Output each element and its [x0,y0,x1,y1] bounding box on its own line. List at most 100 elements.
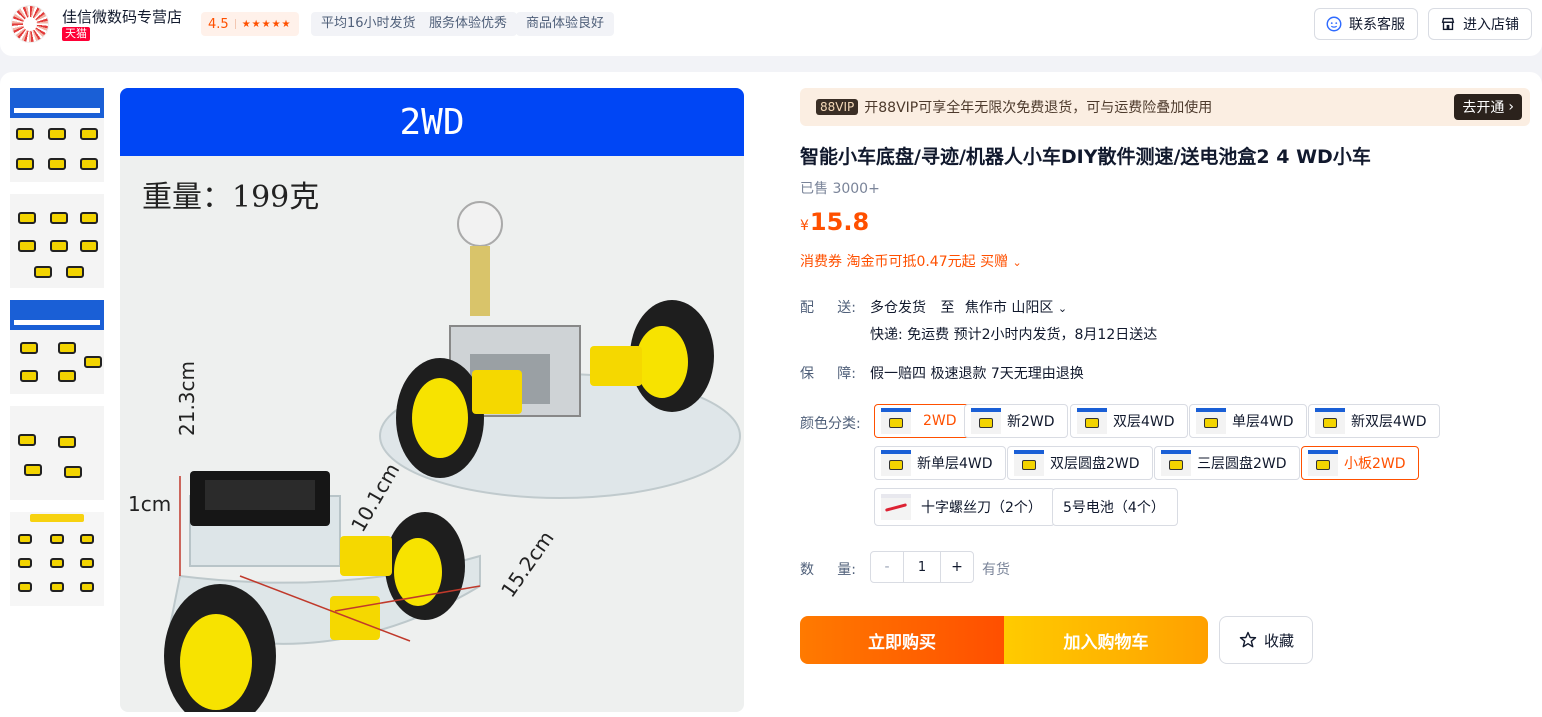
main-product-image[interactable]: 2WD 重量：199克 21.3cm 1cm 10.1cm 15.2cm [120,88,744,712]
shop-header: 佳信微数码专营店 天猫 4.5 ★★★★★ 平均16小时发货 服务体验优秀 商品… [0,0,1542,56]
sku-option-screwdriver[interactable]: 十字螺丝刀（2个） [874,488,1055,526]
delivery-route: 多仓发货 至 焦作市 山阳区 ⌄ [870,297,1067,317]
sku-thumbnail [881,450,911,476]
enter-store-label: 进入店铺 [1463,17,1519,33]
sku-thumbnail [1315,408,1345,434]
sku-option-label: 2WD [923,413,957,429]
screwdriver-thumbnail [881,494,911,520]
sku-thumbnail [971,408,1001,434]
coupon-text: 消费券 淘金币可抵0.47元起 买赠 [800,254,1009,270]
product-main: 2WD 重量：199克 21.3cm 1cm 10.1cm 15.2cm 88V… [0,72,1542,717]
sku-thumbnail [1308,450,1338,476]
sku-option-new-single-4wd[interactable]: 新单层4WD [874,446,1006,480]
sku-option-2wd[interactable]: 2WD [874,404,970,438]
sku-thumbnail [1014,450,1044,476]
sku-option-label: 单层4WD [1232,414,1294,430]
thumbnail-2[interactable] [10,194,104,288]
quantity-decrease-button[interactable]: - [871,552,903,582]
rating-divider [234,19,236,29]
quantity-stepper: - 1 + [870,551,974,583]
stock-status: 有货 [982,562,1010,578]
sku-thumbnail [1077,408,1107,434]
coupon-info[interactable]: 消费券 淘金币可抵0.47元起 买赠 ⌄ [800,251,1022,271]
thumbnail-list [10,88,104,618]
shop-chip-product: 商品体验良好 [516,12,615,36]
sku-option-triple-round-2wd[interactable]: 三层圆盘2WD [1154,446,1300,480]
tmall-badge: 天猫 [62,27,90,41]
sku-option-label: 三层圆盘2WD [1197,456,1287,472]
sku-option-new-double-4wd[interactable]: 新双层4WD [1308,404,1440,438]
vip-banner: 88VIP 开88VIP可享全年无限次免费退货，可与运费险叠加使用 去开通 › [800,88,1530,126]
hero-weight-text: 重量：199克 [142,180,320,215]
delivery-destination[interactable]: 焦作市 山阳区 [965,300,1053,316]
sku-option-label: 十字螺丝刀（2个） [921,500,1042,516]
delivery-to: 至 [940,300,955,316]
thumbnail-4[interactable] [10,406,104,500]
shop-name[interactable]: 佳信微数码专营店 [62,6,182,27]
rating-score: 4.5 [208,16,229,32]
dimension-height: 21.3cm [175,360,199,436]
star-rating-icon: ★★★★★ [241,18,292,30]
buy-now-button[interactable]: 立即购买 [800,616,1004,664]
sku-option-double-4wd[interactable]: 双层4WD [1070,404,1188,438]
thumbnail-1[interactable] [10,88,104,182]
enter-store-button[interactable]: 进入店铺 [1428,8,1532,40]
vip-activate-button[interactable]: 去开通 › [1454,94,1522,120]
robot-car-illustration [164,201,741,712]
quantity-label: 数 量: [800,559,856,579]
quantity-label-a: 数 [800,562,814,578]
quantity-label-b: 量: [837,562,856,578]
delivery-label-a: 配 [800,300,814,316]
sku-option-new-2wd[interactable]: 新2WD [964,404,1068,438]
delivery-label-b: 送: [837,300,856,316]
vip-activate-label: 去开通 [1462,100,1505,116]
sku-option-single-4wd[interactable]: 单层4WD [1189,404,1307,438]
favorite-button[interactable]: 收藏 [1219,616,1313,664]
price-value: 15.8 [809,208,870,236]
thumbnail-5[interactable] [10,512,104,606]
sku-thumbnail [1161,450,1191,476]
guarantee-label-b: 障: [837,366,856,382]
sku-option-label: 双层圆盘2WD [1050,456,1140,472]
favorite-label: 收藏 [1263,631,1294,650]
chevron-down-icon: ⌄ [1012,256,1022,269]
shop-chip-shipping: 平均16小时发货 [311,12,426,36]
thumbnail-3[interactable] [10,300,104,394]
sold-count: 已售 3000+ [800,181,880,197]
vip-tag: 88VIP [816,99,859,115]
customer-service-icon [1326,16,1342,32]
vip-text: 开88VIP可享全年无限次免费退货，可与运费险叠加使用 [864,100,1213,116]
product-price: ¥ 15.8 [800,208,869,236]
chevron-right-icon: › [1508,99,1514,115]
contact-service-label: 联系客服 [1349,17,1405,33]
star-outline-icon [1239,631,1257,648]
delivery-origin: 多仓发货 [870,300,926,316]
sku-option-label: 双层4WD [1113,414,1175,430]
sku-option-label: 新单层4WD [917,456,993,472]
quantity-increase-button[interactable]: + [941,552,973,582]
sku-option-label: 新双层4WD [1351,414,1427,430]
add-to-cart-button[interactable]: 加入购物车 [1004,616,1208,664]
sku-thumbnail [1196,408,1226,434]
chevron-down-icon[interactable]: ⌄ [1058,302,1067,315]
guarantee-label-a: 保 [800,366,814,382]
dimension-thickness: 1cm [128,492,172,516]
delivery-label: 配 送: [800,297,856,317]
sku-option-label: 5号电池（4个） [1063,500,1165,516]
delivery-detail: 快递: 免运费 预计2小时内发货，8月12日送达 [870,327,1158,343]
guarantee-text[interactable]: 假一赔四 极速退款 7天无理由退换 [870,363,1084,383]
store-icon [1441,17,1455,31]
shop-logo[interactable] [11,5,49,43]
sku-option-label: 小板2WD [1344,456,1406,472]
quantity-input[interactable]: 1 [903,552,941,582]
sku-thumbnail [881,408,911,434]
guarantee-label: 保 障: [800,363,856,383]
sku-option-label: 新2WD [1007,414,1055,430]
sku-option-double-round-2wd[interactable]: 双层圆盘2WD [1007,446,1153,480]
sku-option-battery[interactable]: 5号电池（4个） [1052,488,1178,526]
shop-chip-service: 服务体验优秀 [419,12,518,36]
currency-symbol: ¥ [800,218,809,234]
hero-model-band: 2WD [120,88,744,156]
sku-option-small-2wd[interactable]: 小板2WD [1301,446,1419,480]
contact-service-button[interactable]: 联系客服 [1314,8,1418,40]
